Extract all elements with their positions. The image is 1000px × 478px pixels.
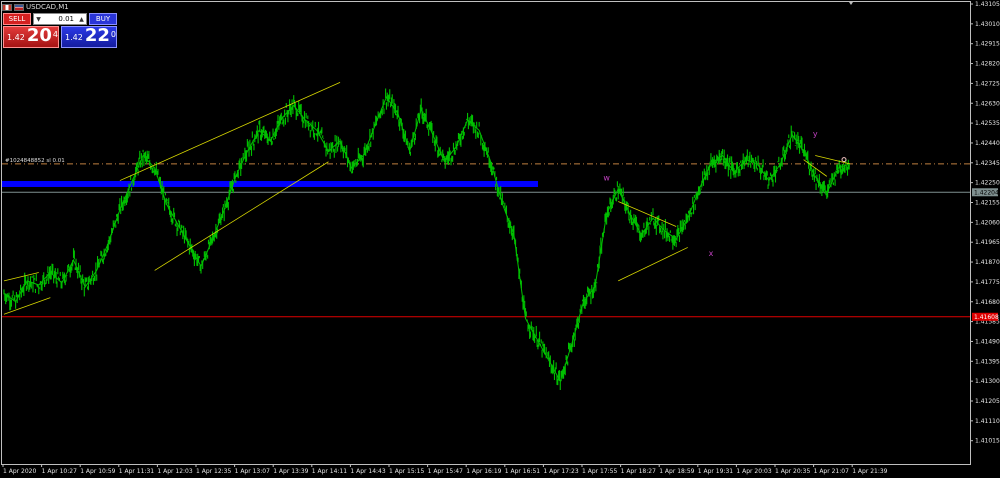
x-axis-label: 1 Apr 10:59	[80, 468, 115, 475]
y-axis-label: 1.41015	[975, 438, 1000, 445]
x-axis-label: 1 Apr 21:39	[852, 468, 887, 475]
lot-size-field[interactable]: ▼ 0.01 ▲	[33, 13, 87, 25]
x-axis-label: 1 Apr 2020	[3, 468, 36, 475]
y-axis-label: 1.42725	[975, 80, 1000, 87]
cad-flag-icon	[14, 3, 24, 11]
y-axis-label: 1.42440	[975, 140, 1000, 147]
price-chart[interactable]: #1024848852 sl 0.01 w x y 1.43105 1.43010 1.…	[0, 0, 1000, 478]
y-axis-label: 1.41110	[975, 418, 1000, 425]
y-axis-label: 1.42250	[975, 180, 1000, 187]
trendline	[618, 247, 688, 282]
y-axis-label: 1.42535	[975, 120, 1000, 127]
chart-title: USDCAD,M1	[26, 3, 69, 11]
y-axis-label: 1.42345	[975, 160, 1000, 167]
y-axis-label: 1.42915	[975, 41, 1000, 48]
wave-label-y: y	[813, 130, 818, 139]
x-axis-label: 1 Apr 13:39	[273, 468, 308, 475]
lot-value[interactable]: 0.01	[43, 15, 77, 23]
stop-price-tag-label: 1.41608	[974, 314, 999, 321]
x-axis-label: 1 Apr 20:35	[775, 468, 810, 475]
x-axis-label: 1 Apr 11:31	[119, 468, 154, 475]
x-axis-label: 1 Apr 13:07	[235, 468, 270, 475]
x-axis-label: 1 Apr 12:03	[157, 468, 192, 475]
sell-price-big: 20	[26, 25, 52, 46]
usd-flag-icon	[2, 3, 12, 11]
sell-price-button[interactable]: 1.42 20 4	[3, 26, 59, 48]
one-click-trading-panel: USDCAD,M1 SELL ▼ 0.01 ▲ BUY 1.42 20 4 1.…	[0, 0, 118, 50]
x-axis-label: 1 Apr 16:19	[466, 468, 501, 475]
x-axis-label: 1 Apr 12:35	[196, 468, 231, 475]
bid-price-tag-label: 1.42204	[974, 189, 999, 196]
order-line-label: #1024848852 sl 0.01	[5, 158, 65, 164]
y-axis-label: 1.41870	[975, 259, 1000, 266]
x-axis-label: 1 Apr 20:03	[736, 468, 771, 475]
y-axis-label: 1.43105	[975, 1, 1000, 8]
y-axis-label: 1.41680	[975, 299, 1000, 306]
chart-frame	[1, 1, 971, 465]
wave-label-x: x	[709, 249, 714, 258]
chart-title-bar: USDCAD,M1	[2, 1, 69, 13]
y-axis-label: 1.42155	[975, 200, 1000, 207]
wave-label-w: w	[603, 174, 610, 183]
buy-price-button[interactable]: 1.42 22 0	[61, 26, 117, 48]
y-axis-label: 1.43010	[975, 21, 1000, 28]
scroll-arrow-icon[interactable]	[849, 2, 853, 5]
buy-price-prefix: 1.42	[65, 33, 83, 42]
trendline	[154, 161, 329, 271]
y-axis-label: 1.42060	[975, 219, 1000, 226]
sell-price-sup: 4	[52, 30, 58, 39]
x-axis-label: 1 Apr 14:11	[312, 468, 347, 475]
y-axis-label: 1.41775	[975, 279, 1000, 286]
buy-price-sup: 0	[110, 30, 116, 39]
trade-controls: SELL ▼ 0.01 ▲ BUY	[3, 13, 117, 25]
y-axis-label: 1.41395	[975, 358, 1000, 365]
x-axis-label: 1 Apr 17:55	[582, 468, 617, 475]
buy-price-big: 22	[84, 25, 110, 46]
x-axis-label: 1 Apr 15:15	[389, 468, 424, 475]
supply-zone	[2, 180, 538, 187]
trendline	[815, 155, 851, 165]
x-axis-label: 1 Apr 19:31	[698, 468, 733, 475]
y-axis-label: 1.41205	[975, 398, 1000, 405]
x-axis-label: 1 Apr 17:23	[543, 468, 578, 475]
lot-decrease-icon[interactable]: ▼	[34, 16, 43, 23]
x-axis-label: 1 Apr 15:47	[428, 468, 463, 475]
buy-button[interactable]: BUY	[89, 13, 117, 25]
y-axis-label: 1.41490	[975, 338, 1000, 345]
y-axis-label: 1.41965	[975, 239, 1000, 246]
x-axis-label: 1 Apr 21:07	[814, 468, 849, 475]
y-axis-label: 1.42820	[975, 61, 1000, 68]
lot-increase-icon[interactable]: ▲	[77, 16, 86, 23]
price-line	[3, 95, 851, 383]
y-axis-label: 1.42630	[975, 100, 1000, 107]
sell-button[interactable]: SELL	[3, 13, 31, 25]
x-axis-label: 1 Apr 18:59	[659, 468, 694, 475]
x-axis-label: 1 Apr 16:51	[505, 468, 540, 475]
x-axis-label: 1 Apr 18:27	[621, 468, 656, 475]
x-axis-label: 1 Apr 14:43	[350, 468, 385, 475]
y-axis-label: 1.41300	[975, 378, 1000, 385]
trendline	[119, 81, 341, 181]
x-axis-label: 1 Apr 10:27	[42, 468, 77, 475]
sell-price-prefix: 1.42	[7, 33, 25, 42]
